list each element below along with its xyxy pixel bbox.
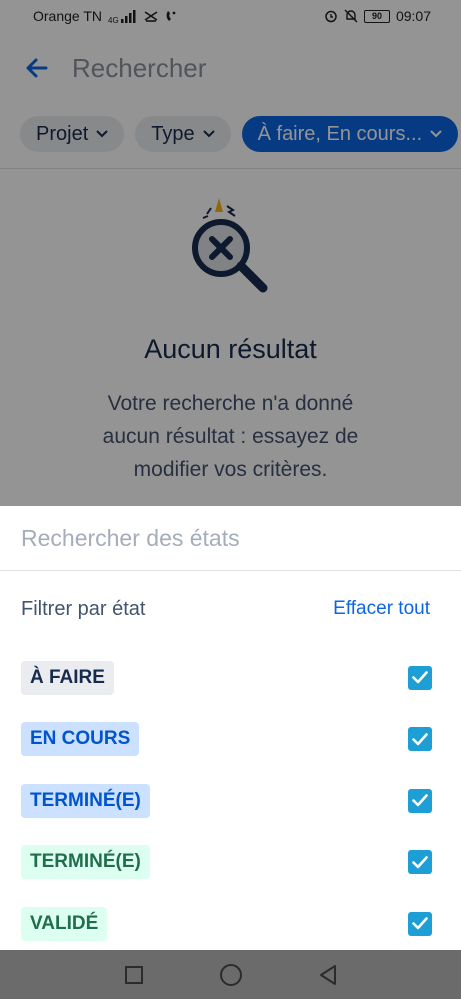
status-checkbox[interactable]	[408, 911, 432, 936]
recents-icon[interactable]	[124, 965, 144, 985]
status-lozenge: À FAIRE	[21, 660, 114, 695]
status-checkbox[interactable]	[408, 727, 432, 752]
status-filter-sheet: Rechercher des états Filtrer par état Ef…	[0, 506, 461, 950]
check-icon	[412, 671, 428, 684]
clear-all-button[interactable]: Effacer tout	[333, 598, 430, 620]
check-icon	[412, 732, 428, 746]
check-icon	[412, 917, 428, 930]
status-search-input[interactable]: Rechercher des états	[0, 506, 461, 571]
status-lozenge: VALIDÉ	[21, 906, 108, 941]
search-screen: Orange TN 4G 90 09:07 Rechercher Projet …	[0, 0, 461, 999]
status-lozenge: EN COURS	[21, 722, 140, 757]
status-lozenge: TERMINÉ(E)	[21, 783, 150, 818]
check-icon	[412, 855, 428, 869]
status-lozenge: TERMINÉ(E)	[21, 845, 150, 880]
status-row[interactable]: TERMINÉ(E)	[0, 770, 461, 832]
status-list: À FAIRE EN COURS TERMINÉ(E) TERMINÉ(E) VALID…	[0, 647, 461, 955]
status-checkbox[interactable]	[408, 665, 432, 690]
system-nav-bar	[0, 950, 461, 999]
status-checkbox[interactable]	[408, 850, 432, 875]
status-row[interactable]: VALIDÉ	[0, 893, 461, 955]
status-row[interactable]: TERMINÉ(E)	[0, 832, 461, 894]
status-checkbox[interactable]	[408, 788, 432, 813]
status-row[interactable]: À FAIRE	[0, 647, 461, 709]
home-icon[interactable]	[219, 963, 243, 987]
back-triangle-icon[interactable]	[318, 964, 338, 986]
filter-header: Filtrer par état Effacer tout	[0, 571, 461, 647]
filter-label: Filtrer par état	[21, 597, 146, 620]
check-icon	[412, 794, 428, 807]
status-row[interactable]: EN COURS	[0, 709, 461, 771]
